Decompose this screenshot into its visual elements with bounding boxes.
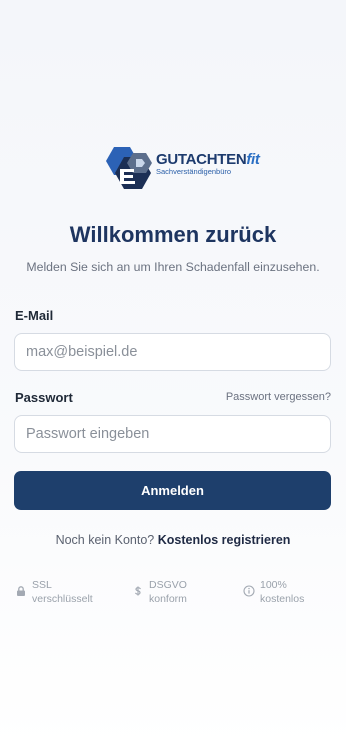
brand-name: GUTACHTEN [156, 151, 247, 168]
page-subtitle: Melden Sie sich an um Ihren Schadenfall … [26, 260, 320, 274]
brand-name-accent: fit [246, 151, 260, 168]
trust-badge-ssl-line1: SSL [32, 579, 52, 591]
password-field[interactable] [14, 415, 331, 453]
trust-badge-dsgvo-line1: DSGVO [149, 579, 187, 591]
brand-logo: GUTACHTENfit Sachverständigenbüro [100, 143, 260, 195]
login-button[interactable]: Anmelden [14, 471, 331, 510]
lock-icon [17, 586, 25, 596]
trust-badge-free: 100% kostenlos [243, 578, 304, 606]
password-label: Passwort [15, 390, 73, 405]
trust-badge-dsgvo: DSGVO konform [132, 578, 187, 606]
trust-badge-free-line2: kostenlos [260, 593, 305, 605]
trust-badge-ssl: SSL verschlüsselt [15, 578, 93, 606]
page-title: Willkommen zurück [69, 222, 277, 247]
trust-badge-free-line1: 100% [260, 579, 287, 591]
forgot-password-link[interactable]: Passwort vergessen? [226, 391, 331, 403]
trust-badge-dsgvo-line2: konform [149, 593, 187, 605]
register-prompt-row: Noch kein Konto? Kostenlos registrieren [0, 533, 346, 547]
trust-badge-ssl-line2: verschlüsselt [32, 593, 93, 605]
info-icon [243, 585, 255, 597]
register-link[interactable]: Kostenlos registrieren [158, 533, 291, 547]
hexagon-logo-icon [106, 147, 152, 189]
dollar-icon [135, 586, 141, 596]
register-prompt-text: Noch kein Konto? [55, 533, 155, 547]
email-label: E-Mail [15, 308, 54, 323]
brand-tagline: Sachverständigenbüro [156, 167, 232, 176]
email-field[interactable] [14, 333, 331, 371]
